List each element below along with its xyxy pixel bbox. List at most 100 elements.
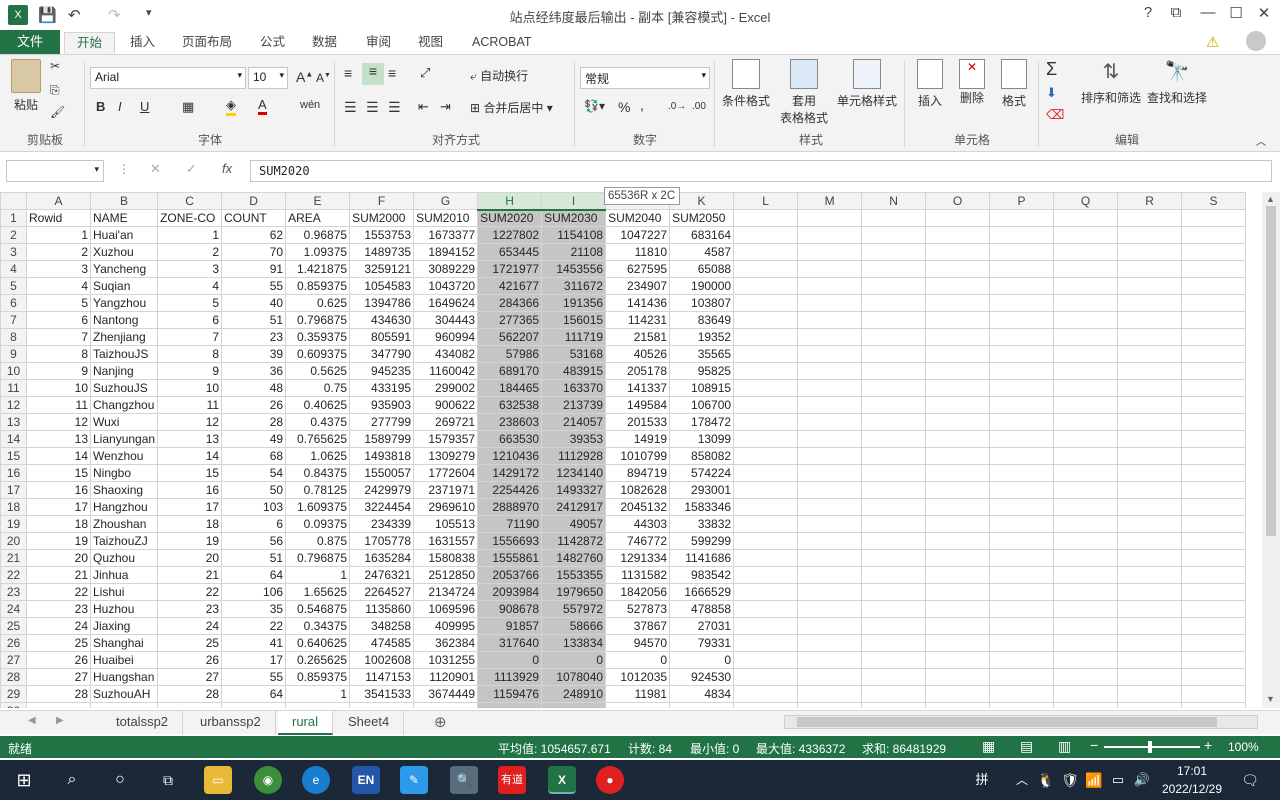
cell[interactable]: 49057 xyxy=(541,515,607,533)
cell[interactable] xyxy=(1053,702,1119,708)
cell[interactable] xyxy=(797,498,863,516)
cell[interactable] xyxy=(733,362,799,380)
cell[interactable]: 1894152 xyxy=(413,243,479,261)
cell[interactable] xyxy=(925,260,991,278)
cell[interactable]: 205178 xyxy=(605,362,671,380)
cell[interactable]: 178472 xyxy=(669,413,735,431)
cell[interactable]: Quzhou xyxy=(89,549,159,567)
cell[interactable]: 141337 xyxy=(605,379,671,397)
row-header[interactable]: 25 xyxy=(0,617,27,635)
cell[interactable] xyxy=(989,600,1055,618)
cell[interactable]: 234907 xyxy=(605,277,671,295)
tab-review[interactable]: 审阅 xyxy=(354,32,403,54)
cell[interactable]: 14919 xyxy=(605,430,671,448)
conditional-formatting-button[interactable]: 条件格式 xyxy=(720,59,772,109)
cell[interactable]: 49 xyxy=(221,430,287,448)
scrollbar-thumb[interactable] xyxy=(1266,206,1276,536)
cell[interactable] xyxy=(1053,600,1119,618)
cell[interactable] xyxy=(925,328,991,346)
copy-icon[interactable]: ⎘ xyxy=(50,83,60,98)
cell[interactable] xyxy=(861,566,927,584)
cell[interactable] xyxy=(1053,515,1119,533)
cell[interactable] xyxy=(797,311,863,329)
cell[interactable]: 1553355 xyxy=(541,566,607,584)
cell[interactable]: 1120901 xyxy=(413,668,479,686)
cell[interactable]: 945235 xyxy=(349,362,415,380)
cell[interactable]: 277365 xyxy=(477,311,543,329)
cell[interactable] xyxy=(861,634,927,652)
cell[interactable] xyxy=(221,702,287,708)
sheet-tab-sheet4[interactable]: Sheet4 xyxy=(334,711,405,735)
font-color-icon[interactable]: A xyxy=(258,97,267,115)
page-layout-view-icon[interactable]: ▤ xyxy=(1020,738,1033,755)
cell[interactable]: 41 xyxy=(221,634,287,652)
cell[interactable]: Wenzhou xyxy=(89,447,159,465)
cell[interactable]: 91 xyxy=(221,260,287,278)
en-dictionary-icon[interactable]: EN xyxy=(352,766,380,794)
cell[interactable]: 8 xyxy=(26,345,91,363)
cell[interactable] xyxy=(1117,430,1183,448)
cell[interactable] xyxy=(1181,209,1247,227)
cell[interactable] xyxy=(733,685,799,703)
cell[interactable]: 1631557 xyxy=(413,532,479,550)
cell[interactable] xyxy=(1181,617,1247,635)
cell[interactable] xyxy=(1117,600,1183,618)
cell[interactable]: 79331 xyxy=(669,634,735,652)
row-header[interactable]: 2 xyxy=(0,226,27,244)
tab-page-layout[interactable]: 页面布局 xyxy=(170,32,244,54)
cell[interactable]: 1.421875 xyxy=(285,260,351,278)
cell[interactable]: 1.09375 xyxy=(285,243,351,261)
font-name-combo[interactable]: Arial ▾ xyxy=(90,67,246,89)
cell[interactable]: 14 xyxy=(157,447,223,465)
cell[interactable]: TaizhouZJ xyxy=(89,532,159,550)
cell[interactable]: Huzhou xyxy=(89,600,159,618)
column-header[interactable]: R xyxy=(1117,192,1183,210)
column-header[interactable]: B xyxy=(89,192,159,210)
cell[interactable]: 33832 xyxy=(669,515,735,533)
cell[interactable]: 0.546875 xyxy=(285,600,351,618)
cell[interactable] xyxy=(797,379,863,397)
row-header[interactable]: 16 xyxy=(0,464,27,482)
cell[interactable]: Zhenjiang xyxy=(89,328,159,346)
cell[interactable] xyxy=(733,345,799,363)
cell[interactable] xyxy=(797,481,863,499)
cell[interactable]: 1141686 xyxy=(669,549,735,567)
cell[interactable] xyxy=(797,209,863,227)
cell[interactable] xyxy=(797,583,863,601)
cell[interactable] xyxy=(26,702,91,708)
cell[interactable] xyxy=(349,702,415,708)
cell[interactable] xyxy=(925,413,991,431)
cell[interactable]: 114231 xyxy=(605,311,671,329)
cell[interactable] xyxy=(925,617,991,635)
cell[interactable] xyxy=(989,260,1055,278)
cell[interactable]: 293001 xyxy=(669,481,735,499)
cell[interactable]: 17 xyxy=(157,498,223,516)
cell[interactable]: 28 xyxy=(221,413,287,431)
cell[interactable]: 5 xyxy=(26,294,91,312)
cell[interactable]: 1772604 xyxy=(413,464,479,482)
cell[interactable] xyxy=(1181,634,1247,652)
cell[interactable] xyxy=(989,685,1055,703)
cell[interactable]: 11 xyxy=(157,396,223,414)
cell[interactable]: 22 xyxy=(157,583,223,601)
cell[interactable]: 0 xyxy=(605,651,671,669)
cell[interactable] xyxy=(1117,447,1183,465)
cell[interactable]: 36 xyxy=(221,362,287,380)
cell[interactable]: 18 xyxy=(157,515,223,533)
cell[interactable] xyxy=(989,209,1055,227)
column-header[interactable]: N xyxy=(861,192,927,210)
cell[interactable] xyxy=(733,243,799,261)
cell[interactable] xyxy=(989,362,1055,380)
cell[interactable]: COUNT xyxy=(221,209,287,227)
cell[interactable]: ZONE-CO xyxy=(157,209,223,227)
cell[interactable]: 627595 xyxy=(605,260,671,278)
cell[interactable]: 105513 xyxy=(413,515,479,533)
volume-icon[interactable]: 🔊 xyxy=(1128,766,1156,794)
row-header[interactable]: 15 xyxy=(0,447,27,465)
cell[interactable] xyxy=(797,396,863,414)
cell[interactable]: 23 xyxy=(221,328,287,346)
cell[interactable]: Rowid xyxy=(26,209,91,227)
cell[interactable]: 55 xyxy=(221,668,287,686)
cell[interactable] xyxy=(797,362,863,380)
cell[interactable]: 141436 xyxy=(605,294,671,312)
